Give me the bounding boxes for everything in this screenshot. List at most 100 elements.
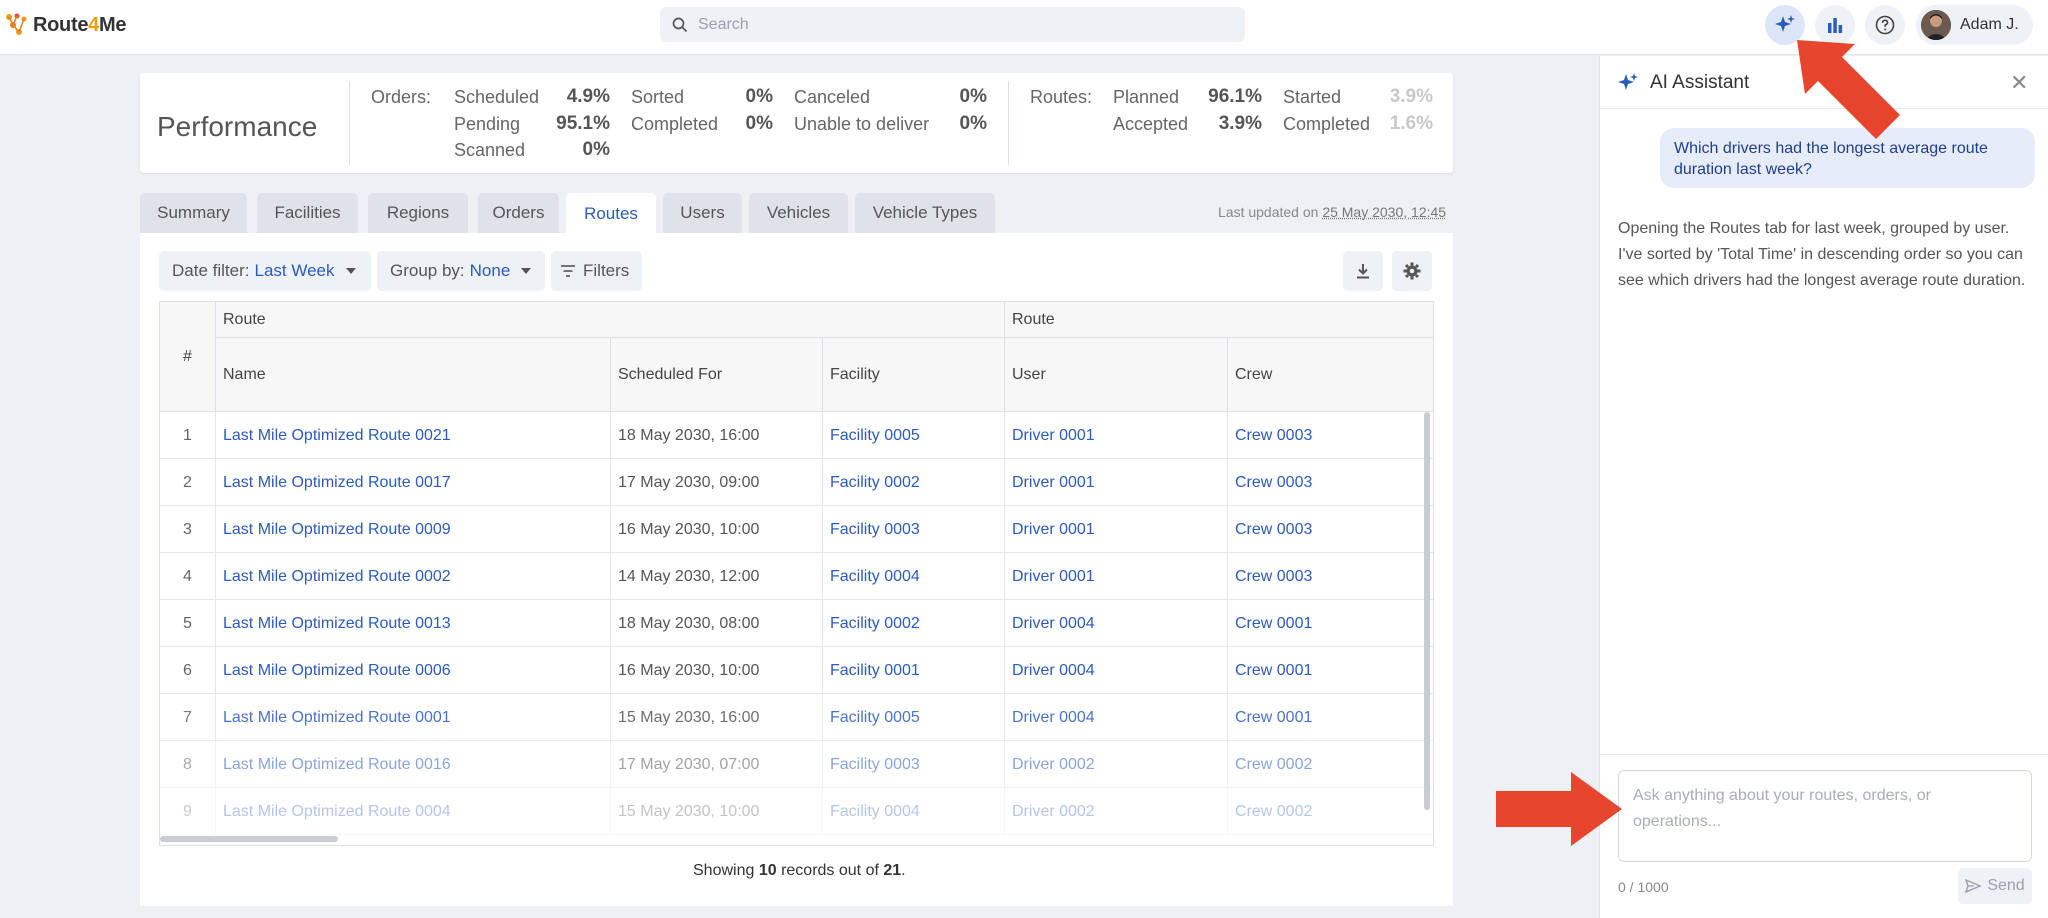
driver-link[interactable]: Driver 0001 <box>1005 459 1228 506</box>
driver-link[interactable]: Driver 0004 <box>1005 694 1228 741</box>
crew-link[interactable]: Crew 0003 <box>1228 506 1434 553</box>
column-header-user[interactable]: User <box>1005 338 1228 412</box>
tab-regions[interactable]: Regions <box>368 193 468 233</box>
vertical-scrollbar[interactable] <box>1424 412 1430 810</box>
filter-icon <box>560 264 576 278</box>
table-row[interactable]: 4 Last Mile Optimized Route 0002 14 May 20… <box>160 553 1434 600</box>
tab-routes[interactable]: Routes <box>566 193 656 235</box>
cell-scheduled-for: 16 May 2030, 10:00 <box>611 647 823 694</box>
route-name-link[interactable]: Last Mile Optimized Route 0002 <box>216 553 611 600</box>
column-header-name[interactable]: Name <box>216 338 611 412</box>
tab-users[interactable]: Users <box>663 193 742 233</box>
cell-scheduled-for: 18 May 2030, 16:00 <box>611 412 823 459</box>
orders-scheduled-value: 4.9% <box>540 86 610 108</box>
character-counter: 0 / 1000 <box>1618 879 1669 895</box>
filters-button[interactable]: Filters <box>551 251 642 291</box>
table-row[interactable]: 6 Last Mile Optimized Route 0006 16 May 20… <box>160 647 1434 694</box>
driver-link[interactable]: Driver 0001 <box>1005 506 1228 553</box>
facility-link[interactable]: Facility 0003 <box>823 506 1005 553</box>
table-row[interactable]: 3 Last Mile Optimized Route 0009 16 May 20… <box>160 506 1434 553</box>
table-row[interactable]: 1 Last Mile Optimized Route 0021 18 May 20… <box>160 412 1434 459</box>
cell-scheduled-for: 18 May 2030, 08:00 <box>611 600 823 647</box>
facility-link[interactable]: Facility 0005 <box>823 694 1005 741</box>
column-header-crew[interactable]: Crew <box>1228 338 1434 412</box>
table-row[interactable]: 7 Last Mile Optimized Route 0001 15 May 20… <box>160 694 1434 741</box>
facility-link[interactable]: Facility 0005 <box>823 412 1005 459</box>
crew-link[interactable]: Crew 0001 <box>1228 694 1434 741</box>
orders-completed-value: 0% <box>713 113 773 135</box>
user-menu[interactable]: Adam J. <box>1916 5 2033 45</box>
driver-link[interactable]: Driver 0001 <box>1005 412 1228 459</box>
tab-facilities[interactable]: Facilities <box>257 193 358 233</box>
crew-link[interactable]: Crew 0002 <box>1228 788 1434 835</box>
table-row[interactable]: 5 Last Mile Optimized Route 0013 18 May 20… <box>160 600 1434 647</box>
crew-link[interactable]: Crew 0001 <box>1228 647 1434 694</box>
route-name-link[interactable]: Last Mile Optimized Route 0021 <box>216 412 611 459</box>
records-summary: Showing 10 records out of 21. <box>693 862 906 880</box>
facility-link[interactable]: Facility 0004 <box>823 553 1005 600</box>
user-name: Adam J. <box>1960 16 2019 34</box>
driver-link[interactable]: Driver 0004 <box>1005 647 1228 694</box>
orders-completed-label: Completed <box>631 114 718 135</box>
assistant-message: Opening the Routes tab for last week, gr… <box>1618 216 2033 294</box>
crew-link[interactable]: Crew 0002 <box>1228 741 1434 788</box>
route-name-link[interactable]: Last Mile Optimized Route 0006 <box>216 647 611 694</box>
orders-unable-value: 0% <box>927 113 987 135</box>
route-name-link[interactable]: Last Mile Optimized Route 0009 <box>216 506 611 553</box>
bar-chart-icon <box>1826 16 1844 34</box>
crew-link[interactable]: Crew 0003 <box>1228 459 1434 506</box>
table-row[interactable]: 8 Last Mile Optimized Route 0016 17 May 20… <box>160 741 1434 788</box>
route-name-link[interactable]: Last Mile Optimized Route 0016 <box>216 741 611 788</box>
facility-link[interactable]: Facility 0002 <box>823 600 1005 647</box>
performance-title: Performance <box>157 111 317 143</box>
driver-link[interactable]: Driver 0004 <box>1005 600 1228 647</box>
table-row[interactable]: 2 Last Mile Optimized Route 0017 17 May 20… <box>160 459 1434 506</box>
settings-button[interactable] <box>1392 251 1432 291</box>
close-icon[interactable]: ✕ <box>2010 70 2028 96</box>
facility-link[interactable]: Facility 0002 <box>823 459 1005 506</box>
crew-link[interactable]: Crew 0003 <box>1228 412 1434 459</box>
top-bar: Route4Me Adam J. <box>0 0 2048 55</box>
routes-label: Routes: <box>1030 87 1092 108</box>
orders-unable-label: Unable to deliver <box>794 114 929 135</box>
search-box[interactable] <box>660 7 1245 42</box>
date-filter-dropdown[interactable]: Date filter: Last Week <box>159 251 371 291</box>
route-name-link[interactable]: Last Mile Optimized Route 0004 <box>216 788 611 835</box>
column-header-number[interactable]: # <box>160 302 216 412</box>
column-header-scheduled-for[interactable]: Scheduled For <box>611 338 823 412</box>
route-name-link[interactable]: Last Mile Optimized Route 0001 <box>216 694 611 741</box>
cell-number: 9 <box>160 788 216 835</box>
send-button[interactable]: Send <box>1958 868 2032 904</box>
group-header-route: Route <box>1005 302 1434 338</box>
tab-vehicle-types[interactable]: Vehicle Types <box>855 193 995 233</box>
column-header-facility[interactable]: Facility <box>823 338 1005 412</box>
download-icon <box>1355 262 1371 280</box>
avatar <box>1921 10 1951 40</box>
driver-link[interactable]: Driver 0001 <box>1005 553 1228 600</box>
facility-link[interactable]: Facility 0003 <box>823 741 1005 788</box>
driver-link[interactable]: Driver 0002 <box>1005 741 1228 788</box>
facility-link[interactable]: Facility 0004 <box>823 788 1005 835</box>
performance-card: Performance Orders: Scheduled 4.9% Pendi… <box>140 73 1453 173</box>
group-by-dropdown[interactable]: Group by: None <box>377 251 545 291</box>
crew-link[interactable]: Crew 0003 <box>1228 553 1434 600</box>
tab-summary[interactable]: Summary <box>140 193 247 233</box>
search-input[interactable] <box>698 16 1218 34</box>
route-name-link[interactable]: Last Mile Optimized Route 0013 <box>216 600 611 647</box>
sparkle-icon <box>1774 14 1796 36</box>
orders-scanned-label: Scanned <box>454 140 525 161</box>
cell-number: 5 <box>160 600 216 647</box>
download-button[interactable] <box>1343 251 1383 291</box>
crew-link[interactable]: Crew 0001 <box>1228 600 1434 647</box>
horizontal-scrollbar[interactable] <box>160 836 338 842</box>
tab-vehicles[interactable]: Vehicles <box>749 193 848 233</box>
route-name-link[interactable]: Last Mile Optimized Route 0017 <box>216 459 611 506</box>
tab-orders[interactable]: Orders <box>478 193 559 233</box>
driver-link[interactable]: Driver 0002 <box>1005 788 1228 835</box>
cell-number: 8 <box>160 741 216 788</box>
table-row[interactable]: 9 Last Mile Optimized Route 0004 15 May 20… <box>160 788 1434 835</box>
ai-message-input[interactable] <box>1618 770 2032 862</box>
cell-number: 2 <box>160 459 216 506</box>
app-logo[interactable]: Route4Me <box>4 10 126 40</box>
facility-link[interactable]: Facility 0001 <box>823 647 1005 694</box>
